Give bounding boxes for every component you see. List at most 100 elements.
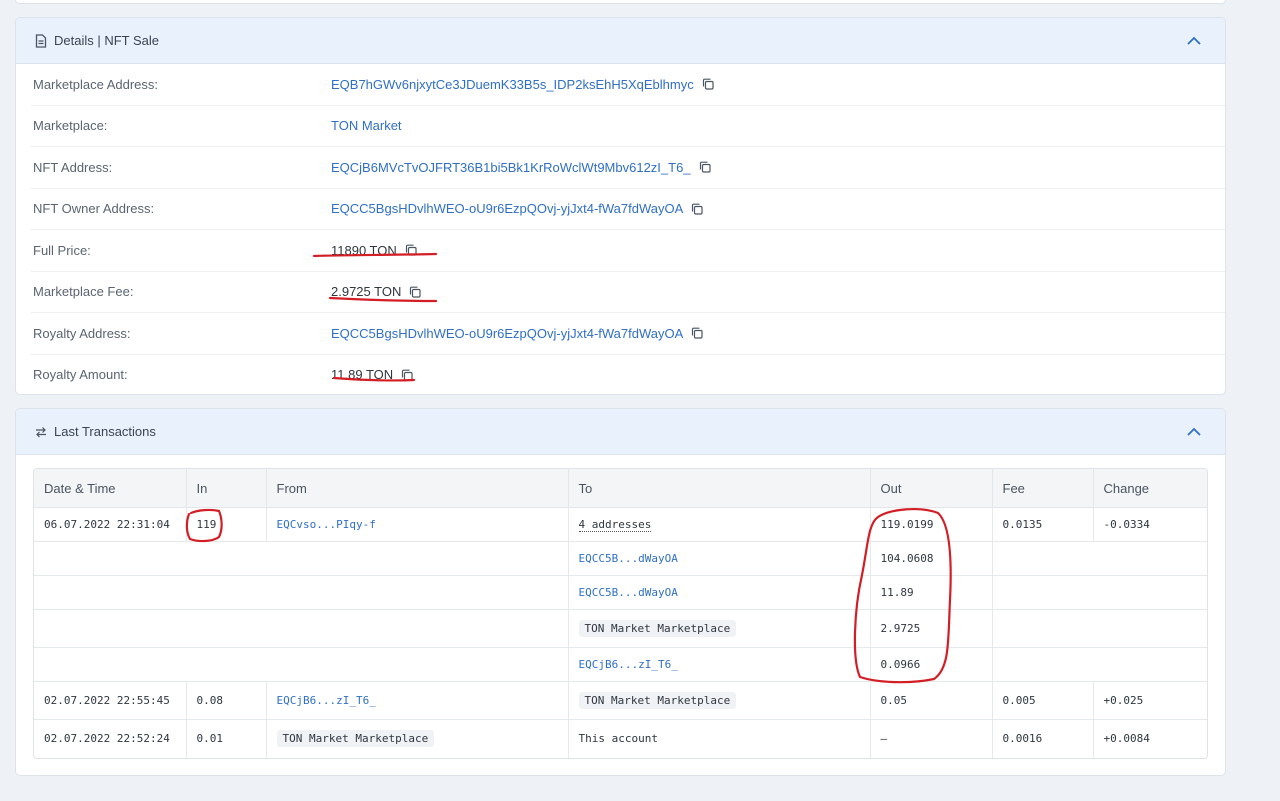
chevron-up-icon[interactable] bbox=[1185, 32, 1203, 50]
copy-icon[interactable] bbox=[400, 368, 414, 382]
in-cell: 0.08 bbox=[186, 681, 267, 720]
fee-cell: 0.0016 bbox=[992, 719, 1094, 758]
detail-row: NFT Owner Address: EQCC5BgsHDvlhWEO-oU9r6… bbox=[31, 189, 1225, 230]
detail-value-text[interactable]: EQCjB6MVcTvOJFRT36B1bi5Bk1KrRoWclWt9Mbv6… bbox=[331, 160, 691, 175]
transactions-table-wrapper: Date & Time In From To Out Fee Change 06.07.20… bbox=[33, 468, 1208, 759]
empty-cell bbox=[34, 647, 569, 682]
in-cell-text: 0.01 bbox=[196, 732, 224, 746]
detail-value-text[interactable]: EQCC5BgsHDvlhWEO-oU9r6EzpQOvj-yjJxt4-fWa… bbox=[331, 201, 683, 216]
table-row: EQCC5B...dWayOA 11.89 bbox=[34, 575, 1207, 610]
detail-row: Marketplace Fee: 2.9725 TON bbox=[31, 272, 1225, 313]
previous-card-edge bbox=[15, 0, 1226, 4]
detail-value-text: 11890 TON bbox=[331, 242, 397, 258]
table-row: EQCC5B...dWayOA 104.0608 bbox=[34, 541, 1207, 576]
detail-row: Royalty Address: EQCC5BgsHDvlhWEO-oU9r6Ez… bbox=[31, 313, 1225, 355]
detail-value[interactable]: EQB7hGWv6njxytCe3JDuemK33B5s_IDP2ksEhH5X… bbox=[331, 77, 715, 92]
details-header[interactable]: Details | NFT Sale bbox=[16, 18, 1225, 64]
out-cell-text: 2.9725 bbox=[880, 622, 921, 635]
from-cell-text[interactable]: EQCvso...PIqy-f bbox=[277, 518, 376, 531]
fee-cell-text: 0.005 bbox=[1002, 694, 1036, 707]
out-cell-text: 104.0608 bbox=[880, 552, 934, 565]
copy-icon[interactable] bbox=[404, 243, 418, 257]
details-card: Details | NFT Sale Marketplace Address: E… bbox=[15, 17, 1226, 395]
transactions-table: Date & Time In From To Out Fee Change 06.07.20… bbox=[34, 469, 1207, 758]
to-cell: TON Market Marketplace bbox=[568, 681, 871, 720]
empty-cell bbox=[34, 575, 569, 610]
detail-value-text[interactable]: EQB7hGWv6njxytCe3JDuemK33B5s_IDP2ksEhH5X… bbox=[331, 77, 694, 92]
date-cell-text: 02.07.2022 22:52:24 bbox=[44, 732, 170, 746]
empty-cell bbox=[992, 541, 1207, 576]
detail-value[interactable]: TON Market bbox=[331, 118, 402, 133]
table-row: TON Market Marketplace 2.9725 bbox=[34, 609, 1207, 648]
from-cell: TON Market Marketplace bbox=[266, 719, 569, 758]
change-cell: -0.0334 bbox=[1093, 507, 1207, 542]
transactions-card: Last Transactions Date & Time In From To Out… bbox=[15, 408, 1226, 776]
to-cell-text[interactable]: EQCjB6...zI_T6_ bbox=[579, 658, 678, 671]
detail-value[interactable]: EQCjB6MVcTvOJFRT36B1bi5Bk1KrRoWclWt9Mbv6… bbox=[331, 160, 712, 175]
detail-label: Royalty Amount: bbox=[33, 367, 128, 383]
to-cell-text[interactable]: EQCC5B...dWayOA bbox=[579, 552, 678, 565]
detail-label: Marketplace Address: bbox=[33, 76, 159, 92]
out-cell-text: 11.89 bbox=[880, 586, 914, 599]
detail-row: Royalty Amount: 11.89 TON bbox=[31, 355, 1225, 395]
fee-cell: 0.005 bbox=[992, 681, 1094, 720]
empty-cell bbox=[34, 541, 569, 576]
details-list: Marketplace Address: EQB7hGWv6njxytCe3JDu… bbox=[16, 64, 1225, 395]
fee-cell: 0.0135 bbox=[992, 507, 1094, 542]
table-header-row: Date & Time In From To Out Fee Change bbox=[34, 469, 1207, 508]
empty-cell bbox=[992, 647, 1207, 682]
fee-cell-text: 0.0135 bbox=[1002, 518, 1043, 531]
detail-row: Marketplace Address: EQB7hGWv6njxytCe3JDu… bbox=[31, 64, 1225, 106]
detail-value[interactable]: EQCC5BgsHDvlhWEO-oU9r6EzpQOvj-yjJxt4-fWa… bbox=[331, 326, 704, 341]
out-cell: 0.0966 bbox=[870, 647, 993, 682]
detail-label: Royalty Address: bbox=[33, 325, 131, 341]
details-title: Details | NFT Sale bbox=[54, 33, 160, 48]
change-cell: +0.025 bbox=[1093, 681, 1207, 720]
out-cell: — bbox=[870, 719, 993, 758]
detail-label: Full Price: bbox=[33, 242, 91, 258]
out-cell-text: 119.0199 bbox=[880, 518, 934, 531]
detail-value-text[interactable]: EQCC5BgsHDvlhWEO-oU9r6EzpQOvj-yjJxt4-fWa… bbox=[331, 326, 683, 341]
table-row: 06.07.2022 22:31:04 119 EQCvso...PIqy-f 4 a… bbox=[34, 507, 1207, 542]
chevron-up-icon[interactable] bbox=[1185, 423, 1203, 441]
detail-value-text[interactable]: TON Market bbox=[331, 118, 402, 133]
out-cell: 0.05 bbox=[870, 681, 993, 720]
copy-icon[interactable] bbox=[698, 160, 712, 174]
column-header: To bbox=[568, 469, 871, 508]
copy-icon[interactable] bbox=[701, 77, 715, 91]
copy-icon[interactable] bbox=[690, 202, 704, 216]
copy-icon[interactable] bbox=[408, 285, 422, 299]
detail-label: Marketplace: bbox=[33, 118, 108, 134]
transactions-header[interactable]: Last Transactions bbox=[16, 409, 1225, 455]
to-cell: TON Market Marketplace bbox=[568, 609, 871, 648]
detail-row: NFT Address: EQCjB6MVcTvOJFRT36B1bi5Bk1Kr… bbox=[31, 147, 1225, 189]
detail-label: Marketplace Fee: bbox=[33, 284, 134, 300]
to-cell[interactable]: EQCC5B...dWayOA bbox=[568, 541, 871, 576]
to-cell-text: TON Market Marketplace bbox=[578, 620, 737, 637]
date-cell-text: 02.07.2022 22:55:45 bbox=[44, 694, 170, 707]
to-cell-text: This account bbox=[578, 732, 658, 746]
empty-cell bbox=[992, 575, 1207, 610]
detail-row: Full Price: 11890 TON bbox=[31, 230, 1225, 272]
detail-value[interactable]: EQCC5BgsHDvlhWEO-oU9r6EzpQOvj-yjJxt4-fWa… bbox=[331, 201, 704, 216]
out-cell-text: 0.0966 bbox=[880, 658, 921, 671]
column-header: In bbox=[186, 469, 267, 508]
copy-icon[interactable] bbox=[690, 326, 704, 340]
in-cell-text: 119 bbox=[196, 518, 217, 531]
to-cell[interactable]: 4 addresses bbox=[568, 507, 871, 542]
from-cell[interactable]: EQCvso...PIqy-f bbox=[266, 507, 569, 542]
to-cell[interactable]: EQCjB6...zI_T6_ bbox=[568, 647, 871, 682]
from-cell-text[interactable]: EQCjB6...zI_T6_ bbox=[277, 694, 376, 707]
to-cell-text[interactable]: 4 addresses bbox=[578, 518, 652, 532]
to-cell: This account bbox=[568, 719, 871, 758]
date-cell: 02.07.2022 22:52:24 bbox=[34, 719, 187, 758]
from-cell-text: TON Market Marketplace bbox=[276, 730, 435, 748]
to-cell-text[interactable]: EQCC5B...dWayOA bbox=[579, 586, 678, 599]
swap-arrows-icon bbox=[34, 425, 48, 439]
from-cell[interactable]: EQCjB6...zI_T6_ bbox=[266, 681, 569, 720]
detail-row: Marketplace: TON Market bbox=[31, 106, 1225, 147]
transactions-title: Last Transactions bbox=[54, 424, 156, 439]
change-cell-text: +0.025 bbox=[1103, 694, 1144, 707]
change-cell-text: +0.0084 bbox=[1103, 732, 1150, 746]
to-cell[interactable]: EQCC5B...dWayOA bbox=[568, 575, 871, 610]
